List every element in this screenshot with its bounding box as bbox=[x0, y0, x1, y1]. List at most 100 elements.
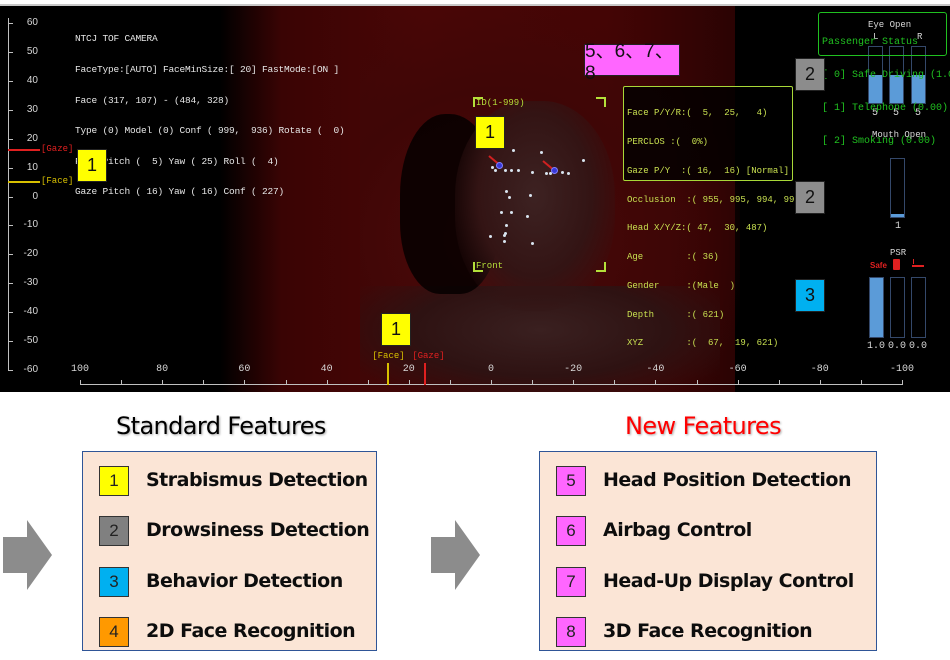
feature-label: Head-Up Display Control bbox=[603, 570, 854, 592]
info-gaze: Gaze P/Y :( 16, 16) [Normal] bbox=[627, 165, 790, 176]
face-landmark-point bbox=[540, 151, 543, 154]
hud-line: NTCJ TOF CAMERA bbox=[75, 33, 158, 45]
pitch-axis-tick-label: 40 bbox=[26, 74, 38, 86]
info-xyz: XYZ :( 67, 19, 621) bbox=[627, 338, 779, 349]
yaw-axis-tick bbox=[285, 380, 287, 385]
yaw-axis-tick bbox=[737, 380, 739, 385]
feature-label: Strabismus Detection bbox=[146, 469, 368, 491]
info-occlusion: Occlusion :( 955, 995, 994, 997) bbox=[627, 194, 806, 205]
face-landmark-point bbox=[545, 172, 548, 175]
pitch-axis-tick-label: 30 bbox=[26, 103, 38, 115]
yaw-axis-tick-label: 0 bbox=[487, 364, 494, 375]
yaw-axis-tick bbox=[491, 380, 492, 385]
feature-item: 6 Airbag Control bbox=[540, 516, 876, 546]
yaw-axis-tick bbox=[203, 380, 205, 385]
hud-line: Face Pitch ( 5) Yaw ( 25) Roll ( 4) bbox=[75, 155, 279, 167]
face-landmark-point bbox=[494, 169, 497, 172]
face-landmark-point bbox=[503, 234, 506, 237]
yaw-axis-tick-label: -100 bbox=[889, 364, 914, 375]
psr-gauge-safe bbox=[869, 277, 884, 338]
face-id-label: ID(1-999) bbox=[476, 98, 525, 108]
yaw-axis-tick bbox=[778, 380, 780, 385]
info-gender: Gender :(Male ) bbox=[627, 280, 736, 291]
yaw-axis-tick bbox=[162, 380, 164, 385]
face-landmark-point bbox=[505, 190, 508, 193]
pitch-axis-tick-label: -10 bbox=[23, 219, 38, 231]
yaw-axis-tick bbox=[408, 380, 410, 385]
face-landmark-point bbox=[526, 215, 529, 218]
feature-number-badge: 6 bbox=[556, 516, 586, 546]
feature-item: 5 Head Position Detection bbox=[540, 466, 876, 496]
face-landmark-point bbox=[510, 211, 513, 214]
face-landmark-point bbox=[503, 240, 506, 243]
face-landmark-point bbox=[489, 235, 492, 238]
info-head-xyz: Head X/Y/Z:( 47, 30, 487) bbox=[627, 223, 768, 234]
new-features-badge: 5、6、7、8 bbox=[584, 41, 680, 84]
yaw-axis-tick bbox=[367, 380, 369, 385]
feature-label: 3D Face Recognition bbox=[603, 620, 813, 642]
yaw-axis-tick bbox=[532, 380, 534, 385]
feature-item: 4 2D Face Recognition bbox=[83, 617, 376, 647]
pitch-axis-tick-label: -50 bbox=[23, 335, 38, 347]
feature-item: 7 Head-Up Display Control bbox=[540, 567, 876, 597]
face-landmark-point bbox=[567, 172, 570, 175]
pitch-axis-tick-label: 10 bbox=[26, 161, 38, 173]
strabismus-badge: 1 bbox=[77, 149, 107, 182]
yaw-axis-tick-label: 40 bbox=[320, 364, 333, 375]
yaw-axis-tick bbox=[614, 380, 616, 385]
yaw-axis-tick bbox=[326, 380, 328, 385]
yaw-axis-tick bbox=[696, 380, 698, 385]
pitch-axis-tick-label: -40 bbox=[23, 306, 38, 318]
yaw-axis-tick bbox=[80, 380, 81, 385]
face-pitch-marker bbox=[8, 181, 40, 184]
arrow-right-icon bbox=[431, 520, 481, 590]
behavior-badge: 3 bbox=[795, 279, 825, 312]
face-yaw-marker-label: [Face] bbox=[372, 351, 405, 361]
face-yaw-marker bbox=[387, 363, 390, 385]
feature-number-badge: 4 bbox=[99, 617, 129, 647]
feature-number-badge: 3 bbox=[99, 567, 129, 597]
drowsiness-badge: 2 bbox=[795, 181, 825, 214]
feature-label: Drowsiness Detection bbox=[146, 519, 370, 541]
camera-status-text: NTCJ TOF CAMERA FaceType:[AUTO] FaceMinS… bbox=[75, 14, 345, 218]
passenger-status-item: [ 0] Safe Driving (1.00) bbox=[822, 70, 950, 81]
psr-gauge-phone bbox=[890, 277, 905, 338]
pitch-axis-tick-label: 60 bbox=[26, 17, 38, 28]
hud-line: FaceType:[AUTO] FaceMinSize:[ 20] FastMo… bbox=[75, 64, 340, 76]
yaw-axis-tick bbox=[121, 380, 123, 385]
pitch-axis-tick-label: 20 bbox=[26, 132, 38, 144]
mouth-open-gauge bbox=[890, 158, 905, 218]
pitch-axis-tick-label: 0 bbox=[32, 190, 38, 202]
face-landmark-point bbox=[500, 211, 503, 214]
standard-features-list: 1 Strabismus Detection 2 Drowsiness Dete… bbox=[82, 451, 377, 651]
feature-item: 3 Behavior Detection bbox=[83, 567, 376, 597]
yaw-axis-tick bbox=[449, 380, 451, 385]
feature-number-badge: 8 bbox=[556, 617, 586, 647]
right-pupil bbox=[551, 167, 558, 174]
passenger-status-title: Passenger Status bbox=[822, 37, 919, 48]
face-landmark-point bbox=[512, 149, 515, 152]
gauge-fill bbox=[891, 214, 904, 217]
feature-item: 8 3D Face Recognition bbox=[540, 617, 876, 647]
yaw-axis-tick-label: 20 bbox=[402, 364, 415, 375]
pitch-axis-tick-label: -30 bbox=[23, 277, 38, 289]
face-landmark-point bbox=[517, 169, 520, 172]
psr-value-smoking: 0.0 bbox=[908, 341, 927, 352]
gauge-fill bbox=[870, 278, 883, 337]
standard-features-title: Standard Features bbox=[116, 412, 326, 440]
psr-title: PSR bbox=[890, 248, 907, 258]
feature-label: 2D Face Recognition bbox=[146, 620, 356, 642]
tof-camera-view: NTCJ TOF CAMERA FaceType:[AUTO] FaceMinS… bbox=[0, 4, 950, 392]
hud-line: Gaze Pitch ( 16) Yaw ( 16) Conf ( 227) bbox=[75, 186, 285, 198]
feature-number-badge: 7 bbox=[556, 567, 586, 597]
info-depth: Depth :( 621) bbox=[627, 309, 725, 320]
psr-gauge-smoking bbox=[911, 277, 926, 338]
new-features-title: New Features bbox=[625, 412, 782, 440]
face-landmark-point bbox=[529, 194, 532, 197]
yaw-axis-tick-label: 100 bbox=[70, 364, 89, 375]
feature-label: Behavior Detection bbox=[146, 570, 343, 592]
yaw-axis-tick-label: 60 bbox=[238, 364, 251, 375]
feature-number-badge: 5 bbox=[556, 466, 586, 496]
smoking-icon bbox=[912, 265, 924, 267]
gaze-pitch-marker bbox=[8, 149, 40, 152]
